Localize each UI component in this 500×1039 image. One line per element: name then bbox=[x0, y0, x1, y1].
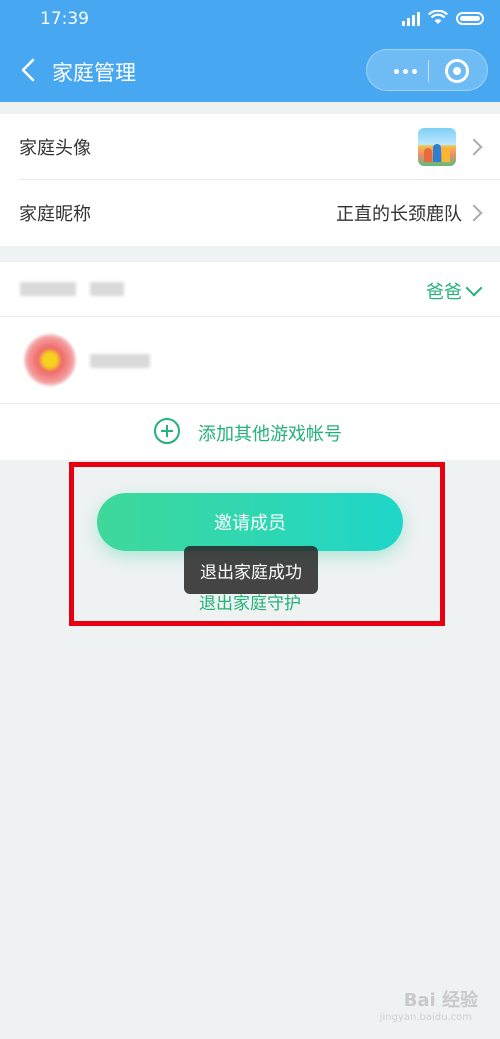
page-title: 家庭管理 bbox=[52, 61, 136, 85]
add-account-label: 添加其他游戏帐号 bbox=[198, 424, 342, 445]
role-selector[interactable]: 爸爸 bbox=[426, 278, 462, 304]
capsule-divider bbox=[428, 60, 429, 82]
chevron-right-icon bbox=[465, 204, 483, 222]
blurred-account-id bbox=[90, 282, 124, 296]
nav-bar: 家庭管理 bbox=[0, 40, 500, 102]
family-avatar-label: 家庭头像 bbox=[19, 138, 91, 159]
member-row bbox=[0, 317, 500, 403]
toast-message: 退出家庭成功 bbox=[184, 546, 318, 594]
signal-icon bbox=[402, 10, 420, 26]
chevron-down-icon bbox=[465, 279, 483, 297]
chevron-left-icon bbox=[21, 58, 35, 82]
family-avatar-image bbox=[418, 128, 456, 166]
blurred-member-name bbox=[90, 354, 150, 368]
family-nickname-label: 家庭昵称 bbox=[19, 204, 91, 225]
family-avatar-row[interactable]: 家庭头像 bbox=[0, 114, 500, 180]
close-miniprogram-icon[interactable] bbox=[445, 59, 469, 83]
status-icons bbox=[402, 10, 484, 26]
add-game-account-button[interactable]: 添加其他游戏帐号 bbox=[0, 404, 500, 460]
back-button[interactable] bbox=[12, 54, 44, 86]
watermark-url: jingyan.baidu.com bbox=[379, 1012, 472, 1023]
miniprogram-capsule bbox=[366, 49, 488, 91]
status-bar: 17:39 bbox=[0, 0, 500, 40]
blurred-account-name bbox=[20, 282, 76, 296]
account-card: 爸爸 添加其他游戏帐号 bbox=[0, 262, 500, 460]
wifi-icon bbox=[428, 10, 448, 24]
invite-member-button[interactable]: 邀请成员 bbox=[97, 493, 403, 551]
more-icon[interactable] bbox=[385, 61, 425, 81]
family-nickname-row[interactable]: 家庭昵称 正直的长颈鹿队 bbox=[0, 180, 500, 246]
family-settings-card: 家庭头像 家庭昵称 正直的长颈鹿队 bbox=[0, 114, 500, 246]
account-header-row[interactable]: 爸爸 bbox=[0, 262, 500, 316]
battery-icon bbox=[456, 11, 484, 25]
chevron-right-icon bbox=[465, 138, 483, 156]
status-time: 17:39 bbox=[40, 9, 89, 29]
plus-circle-icon bbox=[154, 418, 180, 444]
avatar bbox=[24, 334, 76, 386]
watermark-logo: Bai 经验 bbox=[403, 990, 478, 1011]
family-nickname-value: 正直的长颈鹿队 bbox=[336, 204, 462, 225]
